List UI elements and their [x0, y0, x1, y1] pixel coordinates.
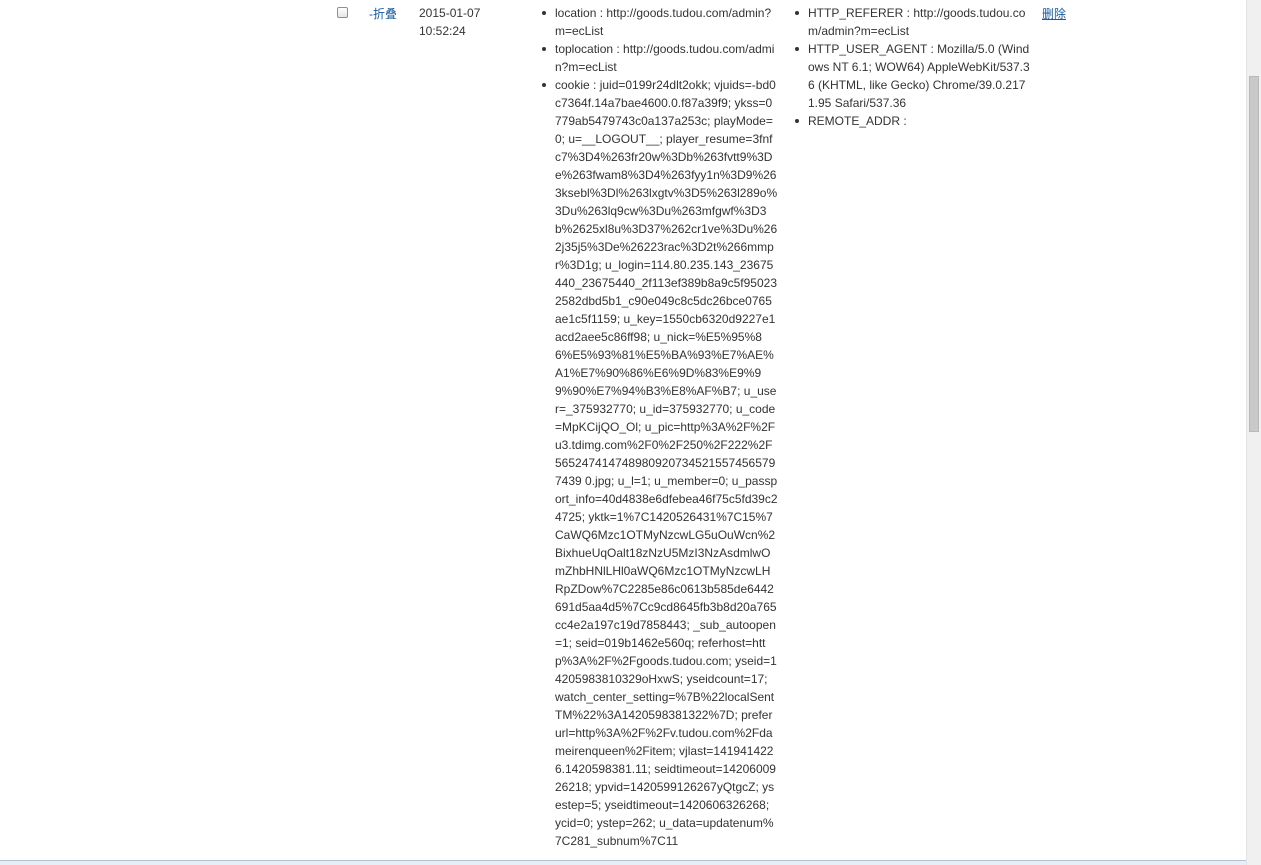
list-item-location: location : http://goods.tudou.com/admin?…: [542, 4, 778, 40]
list-item-http-referer: HTTP_REFERER : http://goods.tudou.com/ad…: [795, 4, 1031, 40]
row-checkbox[interactable]: [337, 7, 348, 18]
delete-link[interactable]: 删除: [1042, 5, 1066, 23]
list-item-toplocation: toplocation : http://goods.tudou.com/adm…: [542, 40, 778, 76]
timestamp: 2015-01-07 10:52:24: [419, 4, 519, 40]
vertical-scrollbar[interactable]: [1246, 0, 1261, 865]
scrollbar-thumb[interactable]: [1249, 76, 1259, 432]
fold-link[interactable]: -折叠: [369, 5, 397, 23]
log-row: -折叠 2015-01-07 10:52:24 location : http:…: [0, 0, 1246, 865]
list-item-user-agent: HTTP_USER_AGENT : Mozilla/5.0 (Windows N…: [795, 40, 1031, 112]
timestamp-time: 10:52:24: [419, 24, 466, 38]
bottom-edge: [0, 860, 1246, 865]
server-info-list: HTTP_REFERER : http://goods.tudou.com/ad…: [795, 4, 1031, 130]
request-info-list: location : http://goods.tudou.com/admin?…: [542, 4, 778, 850]
timestamp-date: 2015-01-07: [419, 6, 481, 20]
list-item-cookie: cookie : juid=0199r24dlt2okk; vjuids=-bd…: [542, 76, 778, 850]
list-item-remote-addr: REMOTE_ADDR :: [795, 112, 1031, 130]
